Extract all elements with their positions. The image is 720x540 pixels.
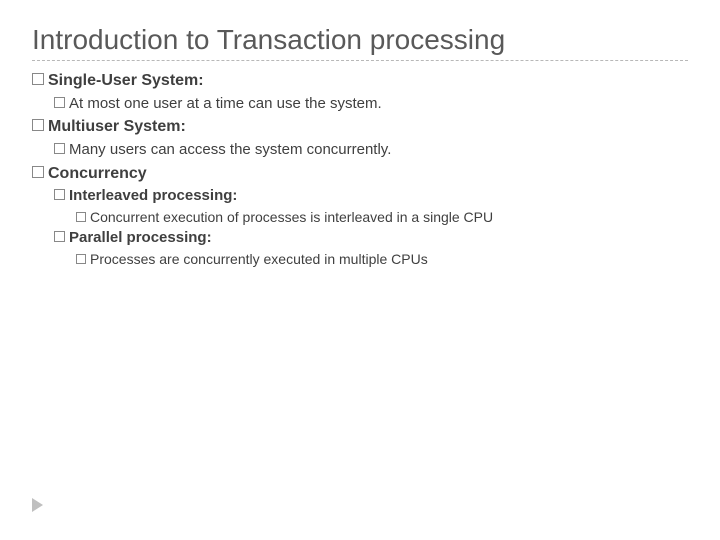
- bullet-text: users can access the system concurrently…: [110, 141, 392, 158]
- bullet-text: are concurrently executed in multiple CP…: [159, 251, 427, 267]
- bullet-label: Single-User System:: [48, 72, 204, 89]
- square-bullet-icon: [54, 189, 65, 200]
- bullet-lead: At: [69, 95, 87, 112]
- bullet-lead: Many: [69, 141, 110, 158]
- bullet-single-user-desc: At most one user at a time can use the s…: [54, 94, 688, 114]
- square-bullet-icon: [32, 119, 44, 131]
- square-bullet-icon: [76, 254, 86, 264]
- bullet-multiuser-desc: Many users can access the system concurr…: [54, 140, 688, 160]
- bullet-label: Parallel processing:: [69, 229, 212, 246]
- square-bullet-icon: [32, 73, 44, 85]
- square-bullet-icon: [54, 231, 65, 242]
- bullet-interleaved: Interleaved processing:: [54, 186, 688, 206]
- bullet-lead: Processes: [90, 251, 159, 267]
- title-divider: [32, 60, 688, 61]
- slide-marker-icon: [32, 498, 43, 512]
- square-bullet-icon: [32, 166, 44, 178]
- square-bullet-icon: [54, 97, 65, 108]
- slide-body: Single-User System: At most one user at …: [32, 71, 688, 268]
- bullet-text: execution of processes is interleaved in…: [163, 209, 493, 225]
- bullet-single-user: Single-User System:: [32, 71, 688, 92]
- slide-title: Introduction to Transaction processing: [32, 24, 688, 56]
- bullet-label: Interleaved processing:: [69, 187, 237, 204]
- bullet-lead: Concurrent: [90, 209, 163, 225]
- bullet-interleaved-desc: Concurrent execution of processes is int…: [76, 208, 688, 226]
- bullet-label: Concurrency: [48, 165, 147, 182]
- bullet-label: Multiuser System:: [48, 118, 186, 135]
- bullet-text: most one user at a time can use the syst…: [87, 95, 381, 112]
- square-bullet-icon: [54, 143, 65, 154]
- bullet-multiuser: Multiuser System:: [32, 117, 688, 138]
- bullet-parallel: Parallel processing:: [54, 228, 688, 248]
- bullet-concurrency: Concurrency: [32, 164, 688, 185]
- slide: Introduction to Transaction processing S…: [0, 0, 720, 540]
- square-bullet-icon: [76, 212, 86, 222]
- bullet-parallel-desc: Processes are concurrently executed in m…: [76, 250, 688, 268]
